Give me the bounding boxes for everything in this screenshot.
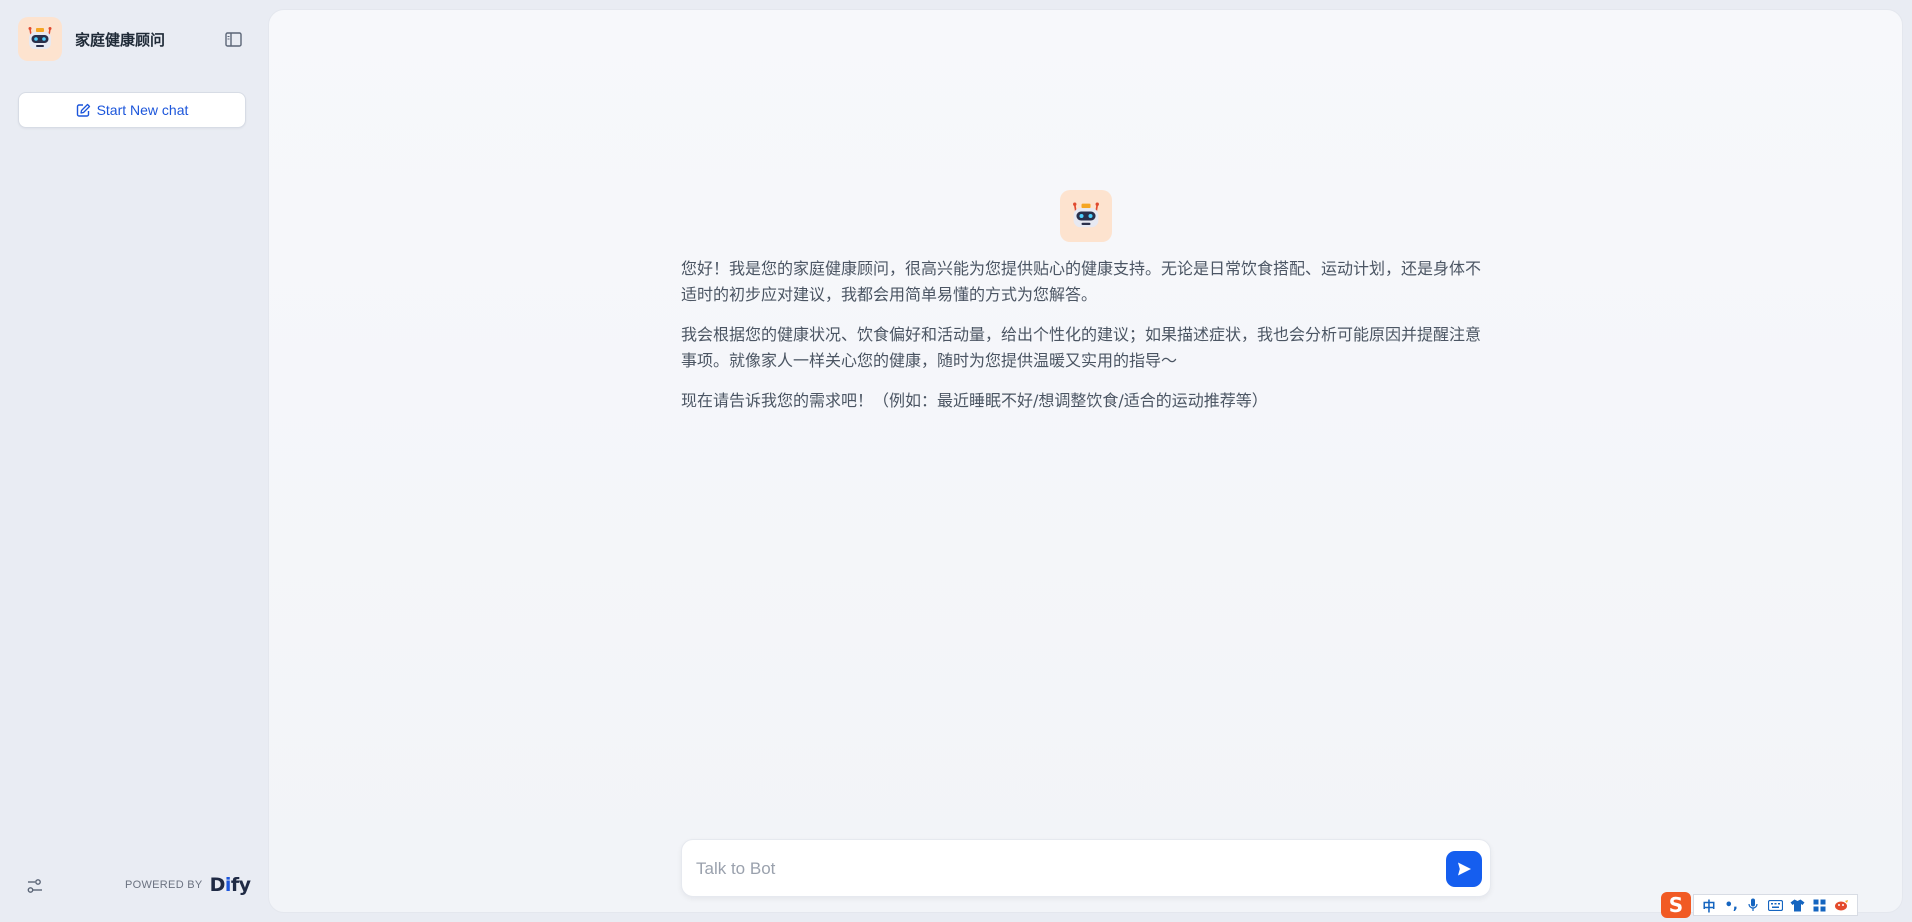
start-new-chat-button[interactable]: Start New chat	[18, 92, 246, 128]
chat-input[interactable]	[696, 854, 1416, 884]
dify-logo-prefix: D	[209, 874, 226, 896]
mascot-icon[interactable]	[1834, 897, 1850, 913]
sliders-icon	[27, 879, 42, 893]
microphone-icon[interactable]	[1745, 897, 1761, 913]
bot-welcome-message: 您好！我是您的家庭健康顾问，很高兴能为您提供贴心的健康支持。无论是日常饮食搭配、…	[681, 256, 1493, 428]
edit-icon	[76, 103, 90, 117]
ime-bar: 中 •,	[1693, 894, 1858, 916]
dify-logo-suffix: fy	[230, 874, 251, 896]
robot-icon	[1073, 202, 1099, 228]
send-icon	[1458, 862, 1471, 876]
send-button[interactable]	[1446, 851, 1482, 887]
welcome-paragraph: 现在请告诉我您的需求吧！（例如：最近睡眠不好/想调整饮食/适合的运动推荐等）	[681, 391, 1268, 410]
welcome-paragraph: 我会根据您的健康状况、饮食偏好和活动量，给出个性化的建议；如果描述症状，我也会分…	[681, 325, 1482, 370]
dify-logo[interactable]: Dify	[210, 874, 251, 896]
sidebar-toggle-icon	[224, 31, 242, 47]
settings-button[interactable]	[25, 876, 45, 896]
keyboard-icon[interactable]	[1767, 897, 1783, 913]
powered-by-label: POWERED BY	[125, 879, 203, 891]
skin-icon[interactable]	[1790, 897, 1806, 913]
sidebar: 家庭健康顾问 Start New chat POWERED BY Dify	[0, 0, 267, 922]
toolbox-icon[interactable]	[1812, 897, 1828, 913]
robot-icon	[28, 27, 52, 49]
app-title: 家庭健康顾问	[75, 30, 166, 49]
powered-by: POWERED BY Dify	[125, 874, 251, 896]
chat-panel: 您好！我是您的家庭健康顾问，很高兴能为您提供贴心的健康支持。无论是日常饮食搭配、…	[268, 9, 1903, 913]
ime-logo[interactable]: S	[1661, 892, 1691, 918]
bot-avatar	[1060, 190, 1112, 242]
app-header: 家庭健康顾问	[18, 17, 248, 61]
welcome-paragraph: 您好！我是您的家庭健康顾问，很高兴能为您提供贴心的健康支持。无论是日常饮食搭配、…	[681, 259, 1482, 304]
start-new-chat-label: Start New chat	[96, 102, 189, 118]
chat-input-box	[681, 839, 1491, 897]
sidebar-toggle-button[interactable]	[224, 30, 242, 48]
ime-punct-toggle[interactable]: •,	[1723, 897, 1739, 913]
ime-lang-toggle[interactable]: 中	[1701, 897, 1717, 915]
app-avatar	[18, 17, 62, 61]
ime-toolbar: S 中 •,	[1661, 891, 1861, 919]
